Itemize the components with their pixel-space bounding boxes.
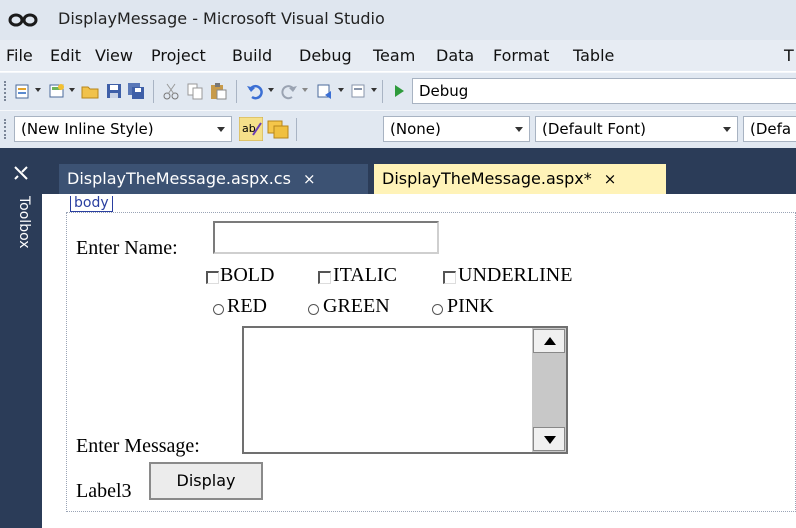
redo-icon[interactable] <box>280 82 298 100</box>
foreground-color-icon[interactable]: ab <box>239 117 263 141</box>
cut-icon[interactable] <box>162 82 180 100</box>
toolbar-separator <box>236 80 237 103</box>
open-folder-icon[interactable] <box>81 82 99 100</box>
style-dropdown[interactable]: (New Inline Style) <box>14 116 232 142</box>
menu-debug[interactable]: Debug <box>299 46 352 65</box>
chevron-down-icon[interactable] <box>302 88 308 92</box>
name-label: Enter Name: <box>76 237 178 259</box>
undo-icon[interactable] <box>246 82 264 100</box>
font-size-value: (Defa <box>750 120 792 138</box>
chevron-down-icon[interactable] <box>69 88 75 92</box>
infinity-logo-icon <box>8 13 38 27</box>
underline-checkbox[interactable] <box>443 271 456 284</box>
target-rule-value: (None) <box>390 120 441 138</box>
menu-table[interactable]: Table <box>573 46 614 65</box>
chevron-down-icon <box>217 127 225 132</box>
scroll-up-button[interactable] <box>533 329 565 353</box>
toolbar-grip[interactable] <box>4 119 9 139</box>
pink-radio[interactable] <box>432 304 443 315</box>
tab-label: DisplayTheMessage.aspx.cs <box>67 169 291 188</box>
green-label: GREEN <box>323 295 390 317</box>
display-button[interactable]: Display <box>149 462 263 500</box>
menu-format[interactable]: Format <box>493 46 549 65</box>
save-all-icon[interactable] <box>127 82 145 100</box>
scroll-down-button[interactable] <box>533 427 565 451</box>
menu-project[interactable]: Project <box>151 46 206 65</box>
close-icon[interactable]: × <box>604 170 617 188</box>
chevron-down-icon[interactable] <box>35 88 41 92</box>
arrow-down-icon <box>544 436 556 444</box>
close-icon[interactable]: × <box>303 170 316 188</box>
toolbox-label: Toolbox <box>16 196 32 249</box>
navigate-icon[interactable] <box>316 82 334 100</box>
tab-aspx[interactable]: DisplayTheMessage.aspx* × <box>374 164 666 194</box>
window-title: DisplayMessage - Microsoft Visual Studio <box>58 9 385 28</box>
formatting-toolbar: (New Inline Style) ab (None) (Default Fo… <box>0 110 796 149</box>
chevron-down-icon[interactable] <box>268 88 274 92</box>
style-value: (New Inline Style) <box>21 120 154 138</box>
menu-team[interactable]: Team <box>373 46 415 65</box>
menu-bar: File Edit View Project Build Debug Team … <box>0 40 796 71</box>
underline-label: UNDERLINE <box>458 264 573 286</box>
add-item-icon[interactable] <box>48 82 66 100</box>
solution-config-dropdown[interactable]: Debug <box>412 78 796 104</box>
output-label: Label3 <box>76 480 132 502</box>
chevron-down-icon <box>723 127 731 132</box>
font-name-value: (Default Font) <box>542 120 646 138</box>
background-color-icon[interactable] <box>266 117 290 141</box>
document-tab-row: DisplayTheMessage.aspx.cs × DisplayTheMes… <box>42 148 796 194</box>
menu-data[interactable]: Data <box>436 46 474 65</box>
bold-checkbox[interactable] <box>206 271 219 284</box>
chevron-down-icon <box>515 127 523 132</box>
font-name-dropdown[interactable]: (Default Font) <box>535 116 738 142</box>
chevron-down-icon[interactable] <box>338 88 344 92</box>
name-input[interactable] <box>213 221 439 254</box>
toolbar-grip[interactable] <box>4 81 9 101</box>
copy-icon[interactable] <box>186 82 204 100</box>
new-project-icon[interactable] <box>14 82 32 100</box>
menu-edit[interactable]: Edit <box>50 46 81 65</box>
chevron-down-icon[interactable] <box>371 88 377 92</box>
pink-label: PINK <box>447 295 494 317</box>
bold-label: BOLD <box>220 264 275 286</box>
tab-label: DisplayTheMessage.aspx* <box>382 169 592 188</box>
title-bar: DisplayMessage - Microsoft Visual Studio <box>0 0 796 41</box>
italic-checkbox[interactable] <box>318 271 331 284</box>
menu-view[interactable]: View <box>95 46 133 65</box>
menu-file[interactable]: File <box>6 46 33 65</box>
paste-icon[interactable] <box>209 82 227 100</box>
toolbox-tab[interactable]: Toolbox <box>14 196 34 270</box>
red-label: RED <box>227 295 267 317</box>
body-tag-label[interactable]: body <box>70 196 113 212</box>
toolbar-separator <box>296 118 297 141</box>
start-debug-icon[interactable] <box>390 82 408 100</box>
italic-label: ITALIC <box>333 264 397 286</box>
font-size-dropdown[interactable]: (Defa <box>743 116 796 142</box>
arrow-up-icon <box>544 337 556 345</box>
solution-config-value: Debug <box>419 82 469 100</box>
message-label: Enter Message: <box>76 435 200 457</box>
save-icon[interactable] <box>105 82 123 100</box>
find-icon[interactable] <box>350 82 368 100</box>
red-radio[interactable] <box>213 304 224 315</box>
toolbar-separator <box>382 80 383 103</box>
toolbox-strip: Toolbox <box>0 148 42 528</box>
tab-codebehind[interactable]: DisplayTheMessage.aspx.cs × <box>59 164 368 194</box>
message-textarea[interactable] <box>242 326 568 454</box>
menu-build[interactable]: Build <box>232 46 272 65</box>
target-rule-dropdown[interactable]: (None) <box>383 116 530 142</box>
green-radio[interactable] <box>308 304 319 315</box>
toolbar-separator <box>153 80 154 103</box>
standard-toolbar: Debug <box>0 72 796 110</box>
menu-tools[interactable]: T <box>784 46 794 65</box>
pin-icon[interactable] <box>12 164 30 182</box>
